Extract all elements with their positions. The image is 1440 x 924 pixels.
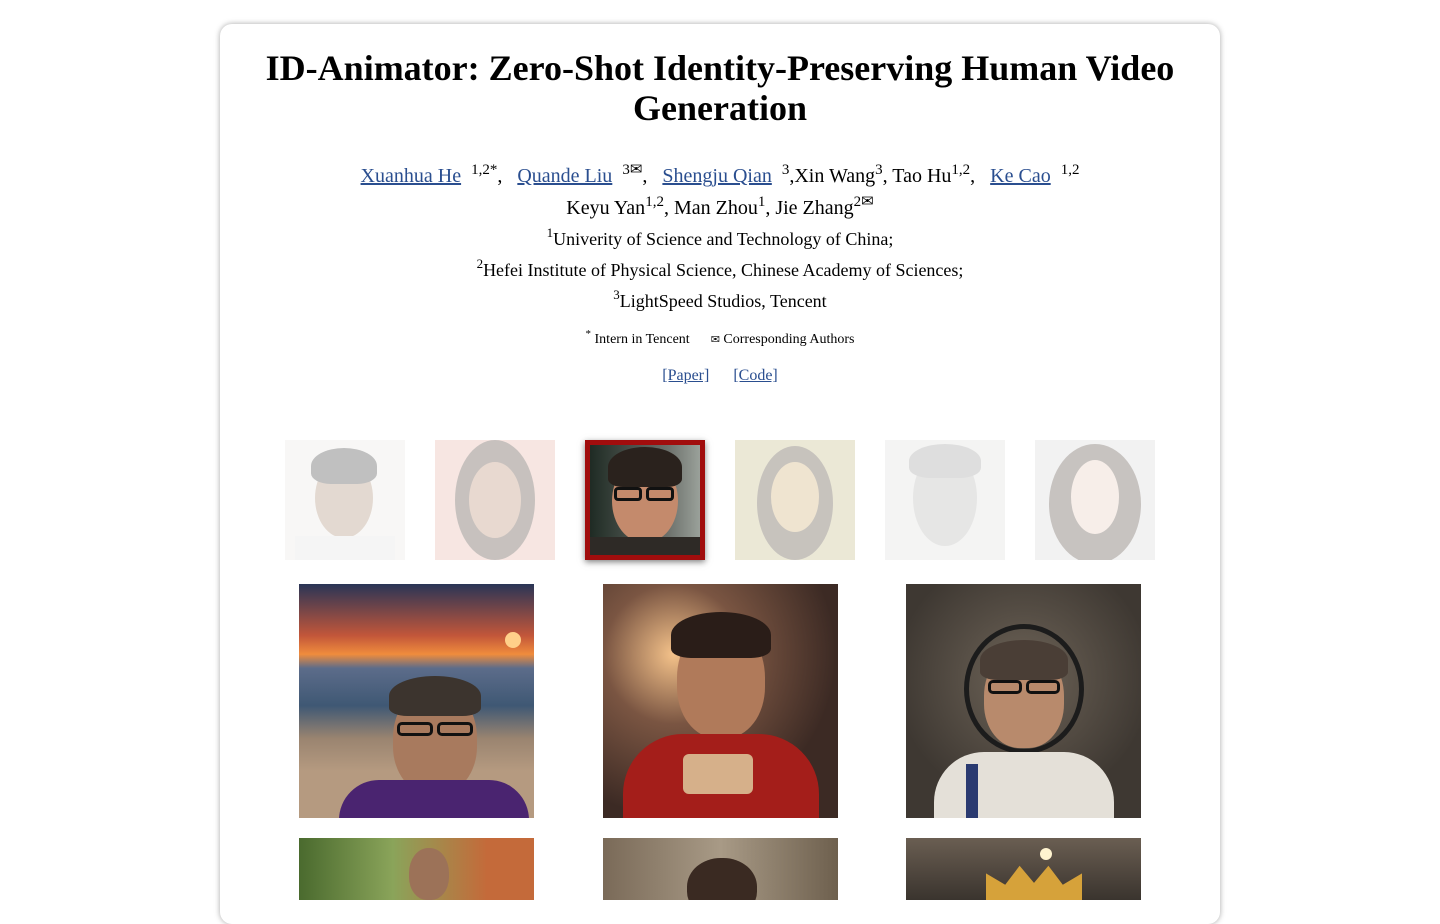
author-sup: 1,2* (471, 162, 498, 178)
author-link-shengju-qian[interactable]: Shengju Qian (662, 165, 771, 187)
corresponding-note: Corresponding Authors (723, 332, 855, 347)
author-line-1: Xuanhua He 1,2*, Quande Liu 3✉, Shengju … (360, 162, 1080, 188)
resource-links: [Paper] [Code] (220, 367, 1220, 385)
affiliation-text: Univerity of Science and Technology of C… (553, 229, 894, 249)
author-sup: 3✉ (622, 162, 643, 178)
author-line-2: Keyu Yan1,2, Man Zhou1, Jie Zhang2✉ (566, 194, 874, 220)
intern-marker: * (585, 328, 592, 340)
affiliation-2: 2Hefei Institute of Physical Science, Ch… (220, 255, 1220, 286)
affiliation-3: 3LightSpeed Studios, Tencent (220, 286, 1220, 317)
author-name: Keyu Yan (566, 197, 646, 219)
identity-selector (220, 440, 1220, 560)
generated-image-crown (906, 838, 1141, 900)
author-sup: 3 (875, 162, 883, 178)
face-thumbnail-1[interactable] (285, 440, 405, 560)
face-thumbnail-5[interactable] (885, 440, 1005, 560)
affiliation-1: 1Univerity of Science and Technology of … (220, 224, 1220, 255)
generated-image-ironman (603, 584, 838, 818)
author-notes: * Intern in Tencent ✉ Corresponding Auth… (220, 328, 1220, 350)
generated-image-beach (299, 584, 534, 818)
envelope-icon: ✉ (710, 334, 720, 346)
author-sup: 1,2 (1060, 162, 1080, 178)
paper-link[interactable]: [Paper] (662, 367, 709, 384)
content-card: ID-Animator: Zero-Shot Identity-Preservi… (220, 24, 1220, 924)
author-name: Jie Zhang (775, 197, 854, 219)
generated-image-park (299, 838, 534, 900)
author-sup: 2✉ (853, 194, 874, 210)
author-name: Tao Hu (892, 165, 952, 187)
author-sup: 1,2 (951, 162, 971, 178)
author-link-quande-liu[interactable]: Quande Liu (517, 165, 612, 187)
face-thumbnail-4[interactable] (735, 440, 855, 560)
generated-image-portrait (603, 838, 838, 900)
code-link[interactable]: [Code] (733, 367, 777, 384)
face-thumbnail-2[interactable] (435, 440, 555, 560)
intern-note: Intern in Tencent (594, 332, 690, 347)
author-sup: 1 (757, 194, 766, 210)
author-sup: 1,2 (645, 194, 664, 210)
face-thumbnail-3[interactable] (585, 440, 705, 560)
author-link-ke-cao[interactable]: Ke Cao (990, 165, 1051, 187)
author-block: Xuanhua He 1,2*, Quande Liu 3✉, Shengju … (220, 160, 1220, 317)
author-link-xuanhua-he[interactable]: Xuanhua He (361, 165, 462, 187)
page-title: ID-Animator: Zero-Shot Identity-Preservi… (265, 48, 1175, 128)
generated-image-astronaut (906, 584, 1141, 818)
author-sup: 3 (781, 162, 790, 178)
author-name: Xin Wang (794, 165, 876, 187)
face-thumbnail-6[interactable] (1035, 440, 1155, 560)
affiliation-text: LightSpeed Studios, Tencent (619, 291, 827, 311)
author-name: Man Zhou (673, 197, 758, 219)
affiliation-text: Hefei Institute of Physical Science, Chi… (483, 260, 964, 280)
